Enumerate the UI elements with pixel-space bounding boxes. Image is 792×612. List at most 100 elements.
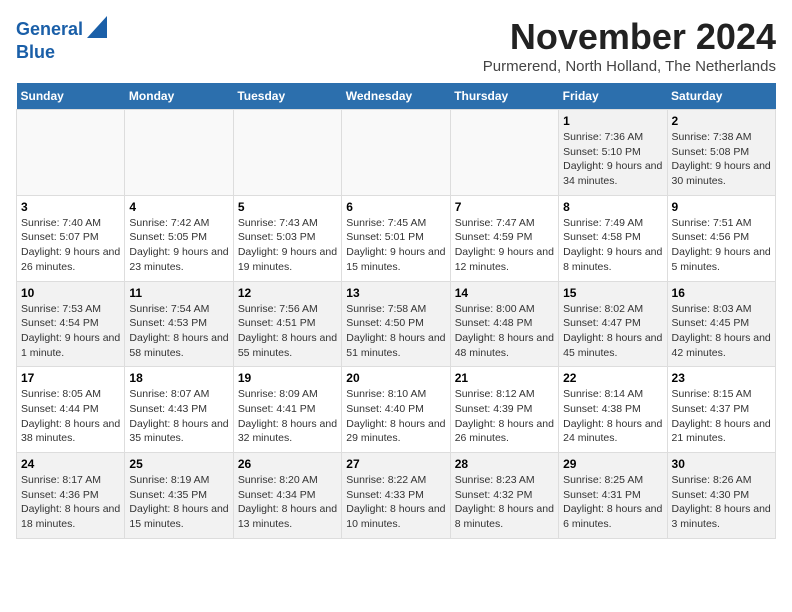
day-number: 12 (238, 286, 337, 300)
day-info: Sunrise: 8:26 AM Sunset: 4:30 PM Dayligh… (672, 473, 771, 532)
calendar-cell: 24 Sunrise: 8:17 AM Sunset: 4:36 PM Dayli… (17, 453, 125, 539)
day-number: 2 (672, 114, 771, 128)
day-info: Sunrise: 8:03 AM Sunset: 4:45 PM Dayligh… (672, 302, 771, 361)
calendar-cell: 16 Sunrise: 8:03 AM Sunset: 4:45 PM Dayli… (667, 281, 775, 367)
title-area: November 2024 Purmerend, North Holland, … (483, 16, 776, 75)
day-info: Sunrise: 7:40 AM Sunset: 5:07 PM Dayligh… (21, 216, 120, 275)
calendar-cell: 25 Sunrise: 8:19 AM Sunset: 4:35 PM Dayli… (125, 453, 233, 539)
day-number: 26 (238, 457, 337, 471)
day-number: 29 (563, 457, 662, 471)
day-info: Sunrise: 7:54 AM Sunset: 4:53 PM Dayligh… (129, 302, 228, 361)
day-info: Sunrise: 7:49 AM Sunset: 4:58 PM Dayligh… (563, 216, 662, 275)
calendar-cell: 5Sunrise: 7:43 AM Sunset: 5:03 PM Daylig… (233, 195, 341, 281)
calendar-cell: 1 Sunrise: 7:36 AM Sunset: 5:10 PM Daylig… (559, 110, 667, 196)
day-info: Sunrise: 7:51 AM Sunset: 4:56 PM Dayligh… (672, 216, 771, 275)
calendar-cell: 26 Sunrise: 8:20 AM Sunset: 4:34 PM Dayli… (233, 453, 341, 539)
day-info: Sunrise: 8:23 AM Sunset: 4:32 PM Dayligh… (455, 473, 554, 532)
calendar-cell: 14Sunrise: 8:00 AM Sunset: 4:48 PM Dayli… (450, 281, 558, 367)
day-info: Sunrise: 8:02 AM Sunset: 4:47 PM Dayligh… (563, 302, 662, 361)
logo-text-blue: Blue (16, 43, 55, 63)
logo-text: General (16, 20, 83, 40)
calendar-cell: 12Sunrise: 7:56 AM Sunset: 4:51 PM Dayli… (233, 281, 341, 367)
day-info: Sunrise: 8:09 AM Sunset: 4:41 PM Dayligh… (238, 387, 337, 446)
day-number: 1 (563, 114, 662, 128)
calendar-cell: 18Sunrise: 8:07 AM Sunset: 4:43 PM Dayli… (125, 367, 233, 453)
calendar-cell: 29 Sunrise: 8:25 AM Sunset: 4:31 PM Dayli… (559, 453, 667, 539)
header-wednesday: Wednesday (342, 83, 450, 110)
day-number: 28 (455, 457, 554, 471)
header-saturday: Saturday (667, 83, 775, 110)
day-info: Sunrise: 7:36 AM Sunset: 5:10 PM Dayligh… (563, 130, 662, 189)
day-info: Sunrise: 8:05 AM Sunset: 4:44 PM Dayligh… (21, 387, 120, 446)
calendar-cell: 15 Sunrise: 8:02 AM Sunset: 4:47 PM Dayli… (559, 281, 667, 367)
calendar-cell: 11 Sunrise: 7:54 AM Sunset: 4:53 PM Dayli… (125, 281, 233, 367)
calendar-cell: 22Sunrise: 8:14 AM Sunset: 4:38 PM Dayli… (559, 367, 667, 453)
calendar-cell (342, 110, 450, 196)
day-number: 19 (238, 371, 337, 385)
day-info: Sunrise: 7:38 AM Sunset: 5:08 PM Dayligh… (672, 130, 771, 189)
calendar-cell: 3 Sunrise: 7:40 AM Sunset: 5:07 PM Daylig… (17, 195, 125, 281)
calendar-cell (17, 110, 125, 196)
header-thursday: Thursday (450, 83, 558, 110)
day-info: Sunrise: 8:17 AM Sunset: 4:36 PM Dayligh… (21, 473, 120, 532)
location: Purmerend, North Holland, The Netherland… (483, 58, 776, 75)
calendar-week-row: 3 Sunrise: 7:40 AM Sunset: 5:07 PM Daylig… (17, 195, 776, 281)
header-friday: Friday (559, 83, 667, 110)
calendar-cell: 10Sunrise: 7:53 AM Sunset: 4:54 PM Dayli… (17, 281, 125, 367)
calendar-header-row: SundayMondayTuesdayWednesdayThursdayFrid… (17, 83, 776, 110)
day-number: 25 (129, 457, 228, 471)
header-tuesday: Tuesday (233, 83, 341, 110)
calendar-cell: 4 Sunrise: 7:42 AM Sunset: 5:05 PM Daylig… (125, 195, 233, 281)
day-number: 20 (346, 371, 445, 385)
calendar-week-row: 10Sunrise: 7:53 AM Sunset: 4:54 PM Dayli… (17, 281, 776, 367)
calendar-cell: 6 Sunrise: 7:45 AM Sunset: 5:01 PM Daylig… (342, 195, 450, 281)
day-info: Sunrise: 8:22 AM Sunset: 4:33 PM Dayligh… (346, 473, 445, 532)
calendar-cell: 9 Sunrise: 7:51 AM Sunset: 4:56 PM Daylig… (667, 195, 775, 281)
day-info: Sunrise: 7:47 AM Sunset: 4:59 PM Dayligh… (455, 216, 554, 275)
calendar-cell: 13Sunrise: 7:58 AM Sunset: 4:50 PM Dayli… (342, 281, 450, 367)
day-number: 21 (455, 371, 554, 385)
day-number: 22 (563, 371, 662, 385)
calendar-cell: 27Sunrise: 8:22 AM Sunset: 4:33 PM Dayli… (342, 453, 450, 539)
day-number: 7 (455, 200, 554, 214)
day-info: Sunrise: 7:42 AM Sunset: 5:05 PM Dayligh… (129, 216, 228, 275)
calendar-cell: 21Sunrise: 8:12 AM Sunset: 4:39 PM Dayli… (450, 367, 558, 453)
day-number: 4 (129, 200, 228, 214)
calendar-cell (233, 110, 341, 196)
calendar-week-row: 17 Sunrise: 8:05 AM Sunset: 4:44 PM Dayli… (17, 367, 776, 453)
calendar-table: SundayMondayTuesdayWednesdayThursdayFrid… (16, 83, 776, 539)
day-number: 8 (563, 200, 662, 214)
calendar-cell: 17 Sunrise: 8:05 AM Sunset: 4:44 PM Dayli… (17, 367, 125, 453)
day-number: 30 (672, 457, 771, 471)
day-number: 6 (346, 200, 445, 214)
calendar-cell: 23 Sunrise: 8:15 AM Sunset: 4:37 PM Dayli… (667, 367, 775, 453)
day-info: Sunrise: 7:45 AM Sunset: 5:01 PM Dayligh… (346, 216, 445, 275)
calendar-cell: 7 Sunrise: 7:47 AM Sunset: 4:59 PM Daylig… (450, 195, 558, 281)
day-number: 16 (672, 286, 771, 300)
day-number: 18 (129, 371, 228, 385)
calendar-week-row: 1 Sunrise: 7:36 AM Sunset: 5:10 PM Daylig… (17, 110, 776, 196)
calendar-cell: 30 Sunrise: 8:26 AM Sunset: 4:30 PM Dayli… (667, 453, 775, 539)
day-number: 15 (563, 286, 662, 300)
header-sunday: Sunday (17, 83, 125, 110)
day-number: 17 (21, 371, 120, 385)
day-info: Sunrise: 7:43 AM Sunset: 5:03 PM Dayligh… (238, 216, 337, 275)
header-monday: Monday (125, 83, 233, 110)
day-number: 11 (129, 286, 228, 300)
day-number: 13 (346, 286, 445, 300)
day-number: 23 (672, 371, 771, 385)
day-info: Sunrise: 8:15 AM Sunset: 4:37 PM Dayligh… (672, 387, 771, 446)
calendar-cell (125, 110, 233, 196)
day-number: 3 (21, 200, 120, 214)
page-header: General Blue November 2024 Purmerend, No… (16, 16, 776, 75)
calendar-cell: 2 Sunrise: 7:38 AM Sunset: 5:08 PM Daylig… (667, 110, 775, 196)
day-info: Sunrise: 8:19 AM Sunset: 4:35 PM Dayligh… (129, 473, 228, 532)
day-number: 9 (672, 200, 771, 214)
day-info: Sunrise: 7:53 AM Sunset: 4:54 PM Dayligh… (21, 302, 120, 361)
logo: General Blue (16, 16, 107, 63)
day-info: Sunrise: 8:20 AM Sunset: 4:34 PM Dayligh… (238, 473, 337, 532)
day-info: Sunrise: 8:25 AM Sunset: 4:31 PM Dayligh… (563, 473, 662, 532)
logo-triangle-icon (87, 16, 107, 38)
day-number: 24 (21, 457, 120, 471)
calendar-cell: 28 Sunrise: 8:23 AM Sunset: 4:32 PM Dayli… (450, 453, 558, 539)
